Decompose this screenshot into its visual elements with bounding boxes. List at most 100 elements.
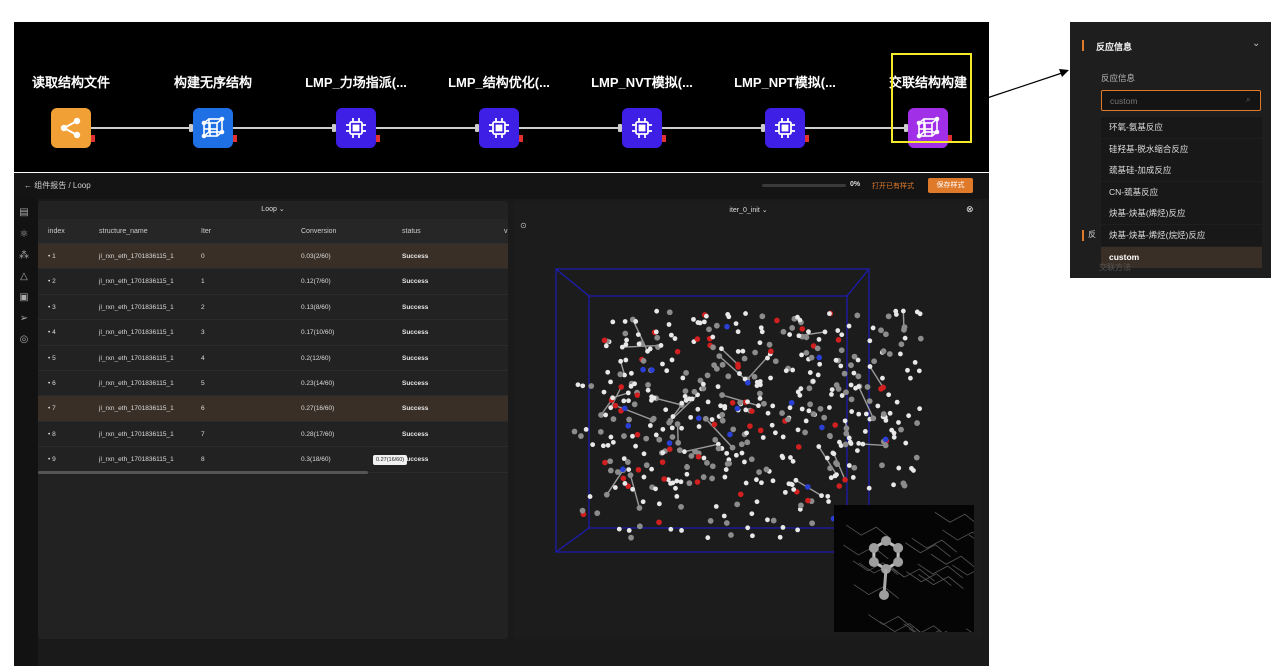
hidden-field-label: 交联方法 [1099,263,1131,272]
left-toolbar: ▤ ⚛ ⁂ △ ▣ ➢ ◎ [14,199,38,666]
close-icon[interactable]: ⊗ [966,204,974,215]
workflow-node[interactable] [618,108,666,148]
panel-title[interactable]: Loop ⌄ [38,205,508,213]
cell-structure-name: jl_rxn_eth_1701836115_1 [99,405,174,413]
cell-status: Success [402,380,429,387]
cell-iter: 6 [201,405,205,413]
chip-icon [771,114,799,142]
cell-index: • 6 [48,380,56,387]
workflow-node[interactable] [189,108,237,148]
target-icon[interactable]: ◎ [18,334,30,346]
atoms-icon[interactable]: ⁂ [18,250,30,262]
back-arrow-icon[interactable]: ← [24,181,34,190]
cell-status: Success [402,405,429,413]
table-row[interactable]: • 7 jl_rxn_eth_1701836115_1 6 0.27(16/60) Su… [38,396,508,422]
node-label: 读取结构文件 [31,75,111,90]
input-port[interactable] [189,124,193,132]
cell-structure-name: jl_rxn_eth_1701836115_1 [99,303,174,311]
cell-status: Success [402,329,429,337]
table-row[interactable]: • 8 jl_rxn_eth_1701836115_1 7 0.28(17/60) Su… [38,422,508,448]
cell-iter: 1 [201,278,205,286]
dropdown-option[interactable]: 环氧-氨基反应 [1101,117,1262,138]
reaction-info-panel: 反应信息 ⌄ 反应信息 custom ⌕ 环氧-氨基反应 硅羟基-脱水缩合反应 巯基… [1070,22,1271,278]
output-port[interactable] [519,135,523,142]
save-style-button[interactable]: 保存样式 [928,178,973,193]
cube-lattice-icon [199,114,227,142]
viewer-title[interactable]: iter_0_init ⌄ [514,206,983,214]
workflow-edge [662,127,765,129]
chevron-down-icon[interactable]: ⌄ [279,206,285,213]
dropdown-option[interactable]: 硅羟基-脱水缩合反应 [1101,138,1262,160]
chip-icon [485,114,513,142]
cell-conversion: 0.2(12/60) [301,354,331,362]
table-row[interactable]: • 1 jl_rxn_eth_1701836115_1 0 0.03(2/60) Suc… [38,244,508,270]
chevron-down-icon[interactable]: ⌄ [1252,38,1260,49]
flow-icon[interactable]: ➢ [18,313,30,325]
progress-bar [762,184,846,187]
cell-conversion: 0.13(8/60) [301,303,331,311]
horizontal-scrollbar[interactable] [38,471,368,474]
search-icon: ⌕ [1246,95,1251,104]
component-report-window: ← 组件报告 / Loop 0% 打开已有样式 保存样式 ▤ ⚛ ⁂ △ ▣ ➢… [14,173,989,666]
chevron-down-icon[interactable]: ⌄ [762,207,768,214]
output-port[interactable] [233,135,237,142]
col-iter[interactable]: Iter [201,228,211,235]
table-row[interactable]: • 5 jl_rxn_eth_1701836115_1 4 0.2(12/60) Suc… [38,346,508,371]
dropdown-option[interactable]: 巯基硅-加成反应 [1101,160,1262,182]
table-row[interactable]: • 6 jl_rxn_eth_1701836115_1 5 0.23(14/60) Su… [38,371,508,397]
dropdown-option[interactable]: 炔基-炔基(烯烃)反应 [1101,203,1262,225]
cell-iter: 4 [201,354,205,362]
col-structure-name[interactable]: structure_name [99,228,148,235]
section-accent-2 [1082,230,1084,241]
col-status[interactable]: status [402,228,421,235]
output-port[interactable] [805,135,809,142]
table-header: index structure_name Iter Conversion sta… [38,219,508,244]
table-row[interactable]: • 4 jl_rxn_eth_1701836115_1 3 0.17(10/60) Su… [38,320,508,346]
chip-icon [342,114,370,142]
chart-icon[interactable]: ▤ [18,207,30,219]
cell-index: • 4 [48,329,56,337]
dropdown-option[interactable]: 炔基-炔基-烯烃(烷烃)反应 [1101,225,1262,246]
reaction-select-input[interactable]: custom ⌕ [1101,90,1261,111]
input-port[interactable] [761,124,765,132]
workflow-node[interactable] [761,108,809,148]
input-port[interactable] [475,124,479,132]
zoom-inset-graphic [843,511,974,632]
info-icon[interactable]: ⊙ [520,221,527,230]
node-label: LMP_NVT模拟(... [591,75,693,90]
table-row[interactable]: • 9 jl_rxn_eth_1701836115_1 8 0.3(18/60) Suc… [38,447,508,473]
molecule-viewer-panel[interactable]: iter_0_init ⌄ ⊗ ⊙ [514,201,983,639]
table-row[interactable]: • 3 jl_rxn_eth_1701836115_1 2 0.13(8/60) Suc… [38,295,508,321]
cell-structure-name: jl_rxn_eth_1701836115_1 [99,380,174,387]
top-bar: ← 组件报告 / Loop 0% 打开已有样式 保存样式 [14,173,989,199]
col-index[interactable]: index [48,228,65,235]
molecule-icon[interactable]: ⚛ [18,229,30,241]
workflow-node[interactable] [475,108,523,148]
section-accent [1082,40,1084,51]
open-existing-style-link[interactable]: 打开已有样式 [872,181,914,191]
input-port[interactable] [618,124,622,132]
output-port[interactable] [376,135,380,142]
col-conversion[interactable]: Conversion [301,228,336,235]
cell-index: • 7 [48,405,56,413]
shape-icon[interactable]: △ [18,271,30,283]
breadcrumb[interactable]: ← 组件报告 / Loop [24,180,91,191]
dropdown-option[interactable]: CN-巯基反应 [1101,181,1262,203]
workflow-node[interactable] [51,108,95,148]
section-title[interactable]: 反应信息 [1096,40,1132,53]
input-port[interactable] [332,124,336,132]
col-more: v [504,228,508,235]
workflow-node[interactable] [332,108,380,148]
cell-iter: 5 [201,380,205,387]
cell-structure-name: jl_rxn_eth_1701836115_1 [99,253,174,260]
image-icon[interactable]: ▣ [18,292,30,304]
output-port[interactable] [662,135,666,142]
output-port[interactable] [91,135,95,142]
tooltip: 0.27(16/60) [373,455,408,465]
cell-structure-name: jl_rxn_eth_1701836115_1 [99,329,174,337]
cell-structure-name: jl_rxn_eth_1701836115_1 [99,430,174,438]
table-row[interactable]: • 2 jl_rxn_eth_1701836115_1 1 0.12(7/60) Suc… [38,269,508,295]
workflow-edge [376,127,479,129]
cell-index: • 8 [48,430,56,438]
progress-text: 0% [850,181,861,188]
